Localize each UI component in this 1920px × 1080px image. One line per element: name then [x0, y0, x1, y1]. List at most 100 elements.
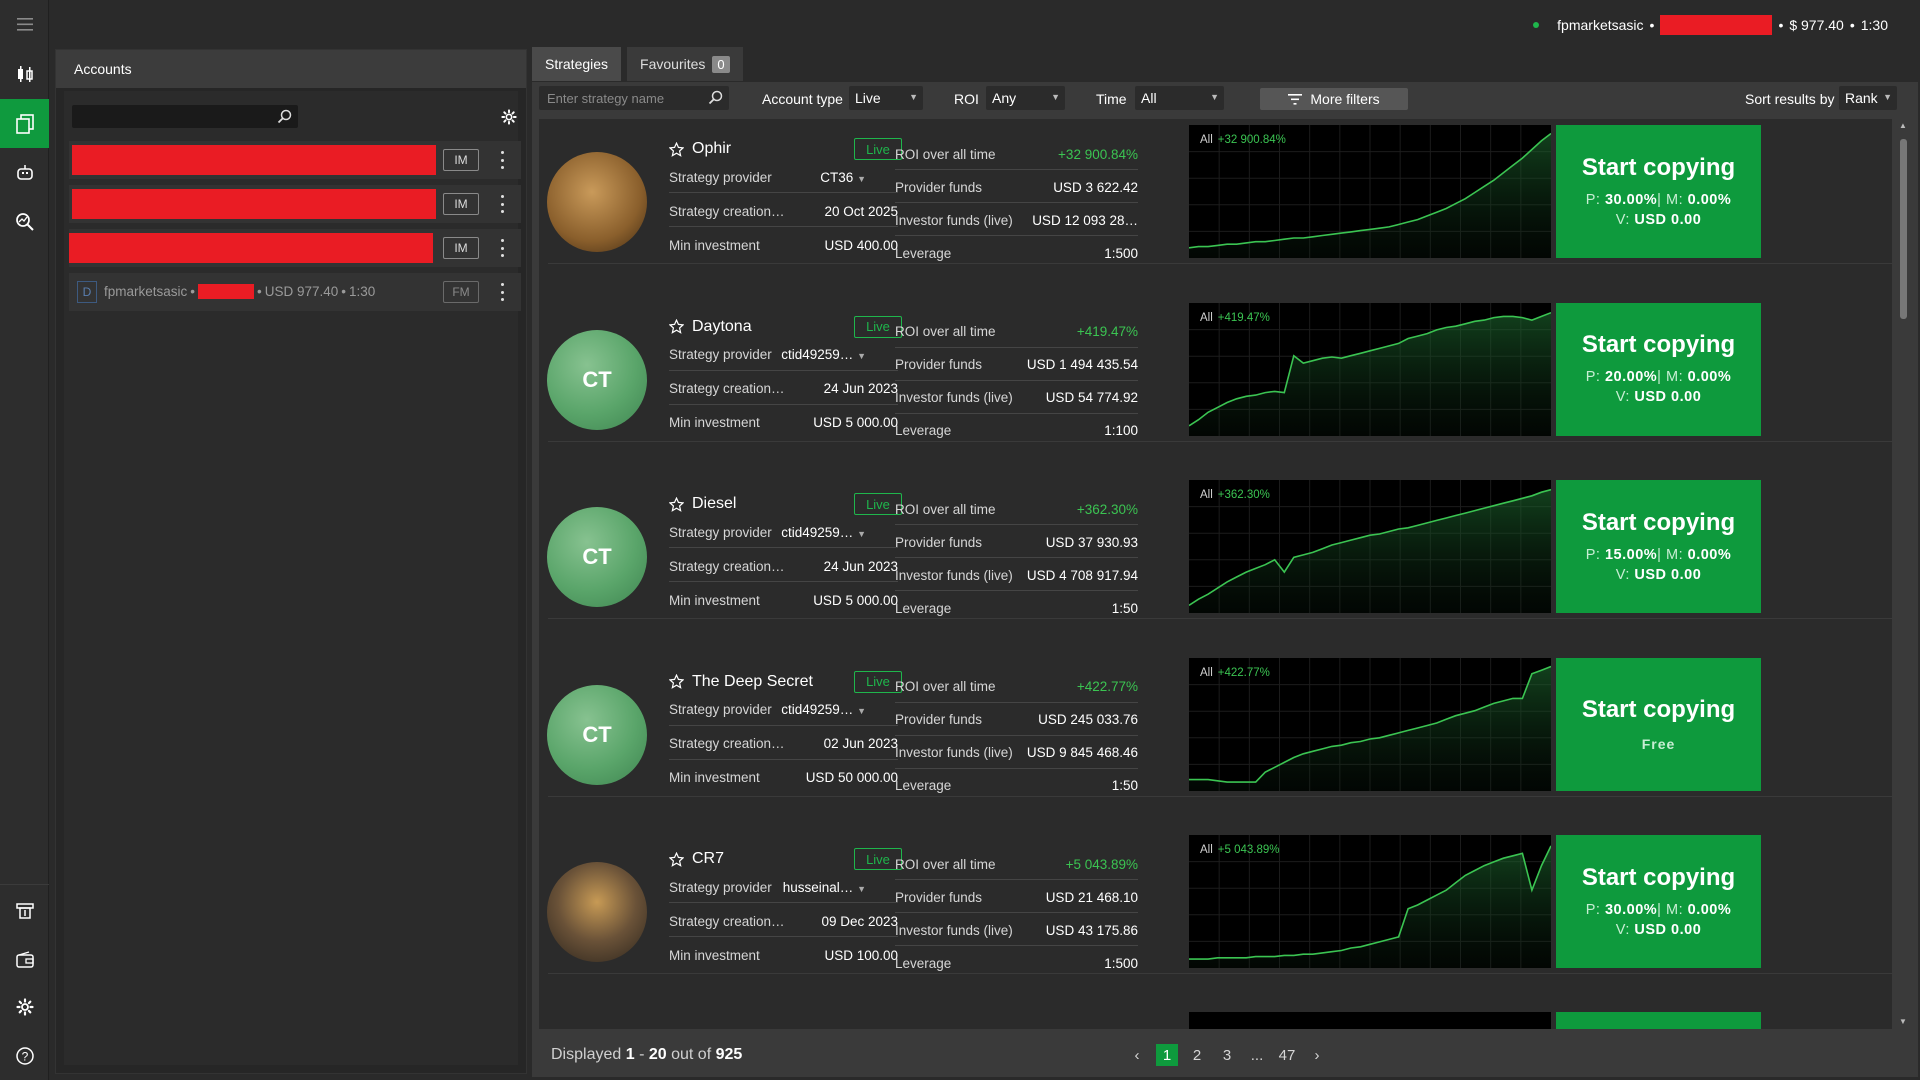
- account-menu-icon[interactable]: [499, 283, 505, 301]
- help-icon[interactable]: ?: [0, 1031, 49, 1080]
- active-account-selector[interactable]: fpmarketsasic • • $ 977.40 • 1:30: [1533, 15, 1888, 35]
- next-page-icon[interactable]: ›: [1302, 1044, 1332, 1066]
- start-copying-button[interactable]: Start copying P: 20.00%| M: 0.00% V: USD…: [1556, 302, 1761, 436]
- min-investment-row: Min investment USD 5 000.00: [669, 415, 898, 430]
- start-copying-button[interactable]: Start copying P: 15.00%| M: 0.00% V: USD…: [1556, 480, 1761, 613]
- scroll-up-arrow-icon[interactable]: ▲: [1899, 121, 1907, 130]
- copy-icon[interactable]: [0, 99, 49, 148]
- star-favourite-icon[interactable]: [669, 496, 684, 512]
- page-3-button[interactable]: 3: [1212, 1044, 1242, 1066]
- pagination: ‹ 1 2 3 ... 47 ›: [1122, 1044, 1332, 1066]
- strategy-provider[interactable]: ctid49259… ▼: [781, 525, 866, 540]
- provider-funds: USD 245 033.76: [1038, 712, 1138, 727]
- provider-funds-row: Provider funds USD 37 930.93: [895, 534, 1138, 550]
- strategy-list-scrollbar[interactable]: ▲ ▼: [1897, 121, 1909, 1026]
- roi-sparkline-chart[interactable]: All +362.30%: [1189, 480, 1551, 613]
- menu-icon[interactable]: [0, 0, 49, 49]
- roi-sparkline-chart[interactable]: All +422.77%: [1189, 657, 1551, 791]
- start-copying-button[interactable]: Start copying P: 30.00%| M: 0.00% V: USD…: [1556, 835, 1761, 968]
- tabs: Strategies Favourites 0: [532, 47, 743, 81]
- trade-icon[interactable]: [0, 49, 49, 98]
- strategy-card[interactable]: CR7 Live Strategy provider husseinal… ▼ S…: [539, 832, 1892, 1009]
- settings-gear-icon[interactable]: [0, 982, 49, 1031]
- prev-page-icon[interactable]: ‹: [1122, 1044, 1152, 1066]
- wallet-icon[interactable]: [0, 935, 49, 984]
- strategy-card-partial[interactable]: [539, 1012, 1892, 1029]
- accounts-search-input[interactable]: [72, 105, 298, 128]
- strategy-title[interactable]: The Deep Secret: [692, 673, 813, 691]
- strategy-title[interactable]: Diesel: [692, 495, 736, 513]
- sort-select[interactable]: Rank ▼: [1839, 86, 1897, 110]
- roi-value: +422.77%: [1076, 679, 1138, 694]
- star-favourite-icon[interactable]: [669, 141, 684, 157]
- scroll-thumb[interactable]: [1900, 139, 1907, 319]
- chart-roi-label: +422.77%: [1217, 666, 1270, 679]
- tab-favourites[interactable]: Favourites 0: [627, 47, 743, 81]
- strategy-title[interactable]: CR7: [692, 850, 724, 868]
- svg-text:?: ?: [21, 1049, 28, 1063]
- accounts-list: IM IM IM D fpmarketsasic • • USD 977.40 …: [64, 91, 521, 1065]
- roi-sparkline-chart[interactable]: All +419.47%: [1189, 302, 1551, 436]
- strategy-title[interactable]: Ophir: [692, 140, 731, 158]
- strategy-card[interactable]: Ophir Live Strategy provider CT36 ▼ Strat…: [539, 122, 1892, 299]
- chevron-down-icon: ▼: [857, 883, 866, 894]
- strategy-provider[interactable]: CT36 ▼: [820, 170, 866, 185]
- fee-summary: P: 30.00%| M: 0.00% V: USD 0.00: [1585, 191, 1732, 228]
- accounts-settings-gear-icon[interactable]: [501, 109, 517, 125]
- star-favourite-icon[interactable]: [669, 319, 684, 334]
- investor-funds-row: Investor funds (live) USD 54 774.92: [895, 390, 1138, 405]
- left-rail: ?: [0, 0, 49, 1080]
- roi-sparkline-chart[interactable]: All +5 043.89%: [1189, 835, 1551, 968]
- time-select[interactable]: All ▼: [1135, 86, 1224, 110]
- strategy-card[interactable]: CT The Deep Secret Live Strategy provide…: [539, 655, 1892, 832]
- account-type-select[interactable]: Live ▼: [849, 86, 923, 110]
- deposit-icon[interactable]: [0, 886, 49, 935]
- page-47-button[interactable]: 47: [1272, 1044, 1302, 1066]
- account-row[interactable]: IM: [69, 185, 521, 223]
- strategy-card[interactable]: CT Daytona Live Strategy provider ctid492…: [539, 300, 1892, 477]
- account-menu-icon[interactable]: [499, 195, 505, 213]
- management-fee: 0.00%: [1687, 546, 1732, 563]
- scroll-down-arrow-icon[interactable]: ▼: [1899, 1017, 1907, 1026]
- roi-sparkline-chart[interactable]: All +32 900.84%: [1189, 125, 1551, 258]
- strategy-provider[interactable]: ctid49259… ▼: [781, 347, 866, 362]
- pagination-ellipsis: ...: [1250, 1046, 1264, 1064]
- star-favourite-icon[interactable]: [669, 674, 684, 689]
- leverage-value: 1:50: [1111, 600, 1138, 616]
- fee-free-label: Free: [1641, 736, 1676, 752]
- strategy-provider[interactable]: ctid49259… ▼: [781, 702, 866, 717]
- strategy-provider-row: Strategy provider ctid49259… ▼: [669, 702, 866, 717]
- strategy-search-input[interactable]: Enter strategy name: [539, 86, 729, 110]
- page-1-button[interactable]: 1: [1156, 1044, 1178, 1066]
- strategy-title[interactable]: Daytona: [692, 318, 752, 336]
- start-copying-button[interactable]: Start copying Free: [1556, 657, 1761, 791]
- tab-strategies[interactable]: Strategies: [532, 47, 622, 81]
- roi-select[interactable]: Any ▼: [986, 86, 1065, 110]
- strategy-creation-row: Strategy creation… 02 Jun 2023: [669, 736, 898, 751]
- account-menu-icon[interactable]: [499, 151, 505, 169]
- start-copying-button[interactable]: [1556, 1012, 1761, 1029]
- analyze-icon[interactable]: [0, 197, 49, 246]
- star-favourite-icon[interactable]: [669, 851, 684, 867]
- accounts-panel-title: Accounts: [74, 61, 132, 77]
- account-row[interactable]: IM: [69, 229, 521, 267]
- strategy-provider[interactable]: husseinal… ▼: [783, 880, 866, 895]
- strategy-provider-row: Strategy provider CT36 ▼: [669, 169, 866, 185]
- start-copying-button[interactable]: Start copying P: 30.00%| M: 0.00% V: USD…: [1556, 125, 1761, 258]
- strategy-name: Diesel: [669, 495, 736, 513]
- account-row[interactable]: IM: [69, 141, 521, 179]
- search-icon: [708, 90, 723, 105]
- account-row-fpmarketsasic[interactable]: D fpmarketsasic • • USD 977.40 • 1:30 FM: [69, 273, 521, 311]
- leverage-row: Leverage 1:50: [895, 778, 1138, 793]
- strategy-creation-date: 02 Jun 2023: [823, 736, 898, 751]
- provider-funds-row: Provider funds USD 1 494 435.54: [895, 357, 1138, 372]
- page-2-button[interactable]: 2: [1182, 1044, 1212, 1066]
- start-copying-label: Start copying: [1581, 863, 1736, 891]
- algo-robot-icon[interactable]: [0, 148, 49, 197]
- leverage-value: 1:500: [1104, 245, 1138, 261]
- strategy-card[interactable]: CT Diesel Live Strategy provider ctid4925…: [539, 477, 1892, 654]
- account-menu-icon[interactable]: [499, 239, 505, 257]
- more-filters-button[interactable]: More filters: [1260, 88, 1408, 110]
- chart-roi-label: +362.30%: [1217, 489, 1270, 501]
- provider-funds: USD 1 494 435.54: [1026, 357, 1138, 372]
